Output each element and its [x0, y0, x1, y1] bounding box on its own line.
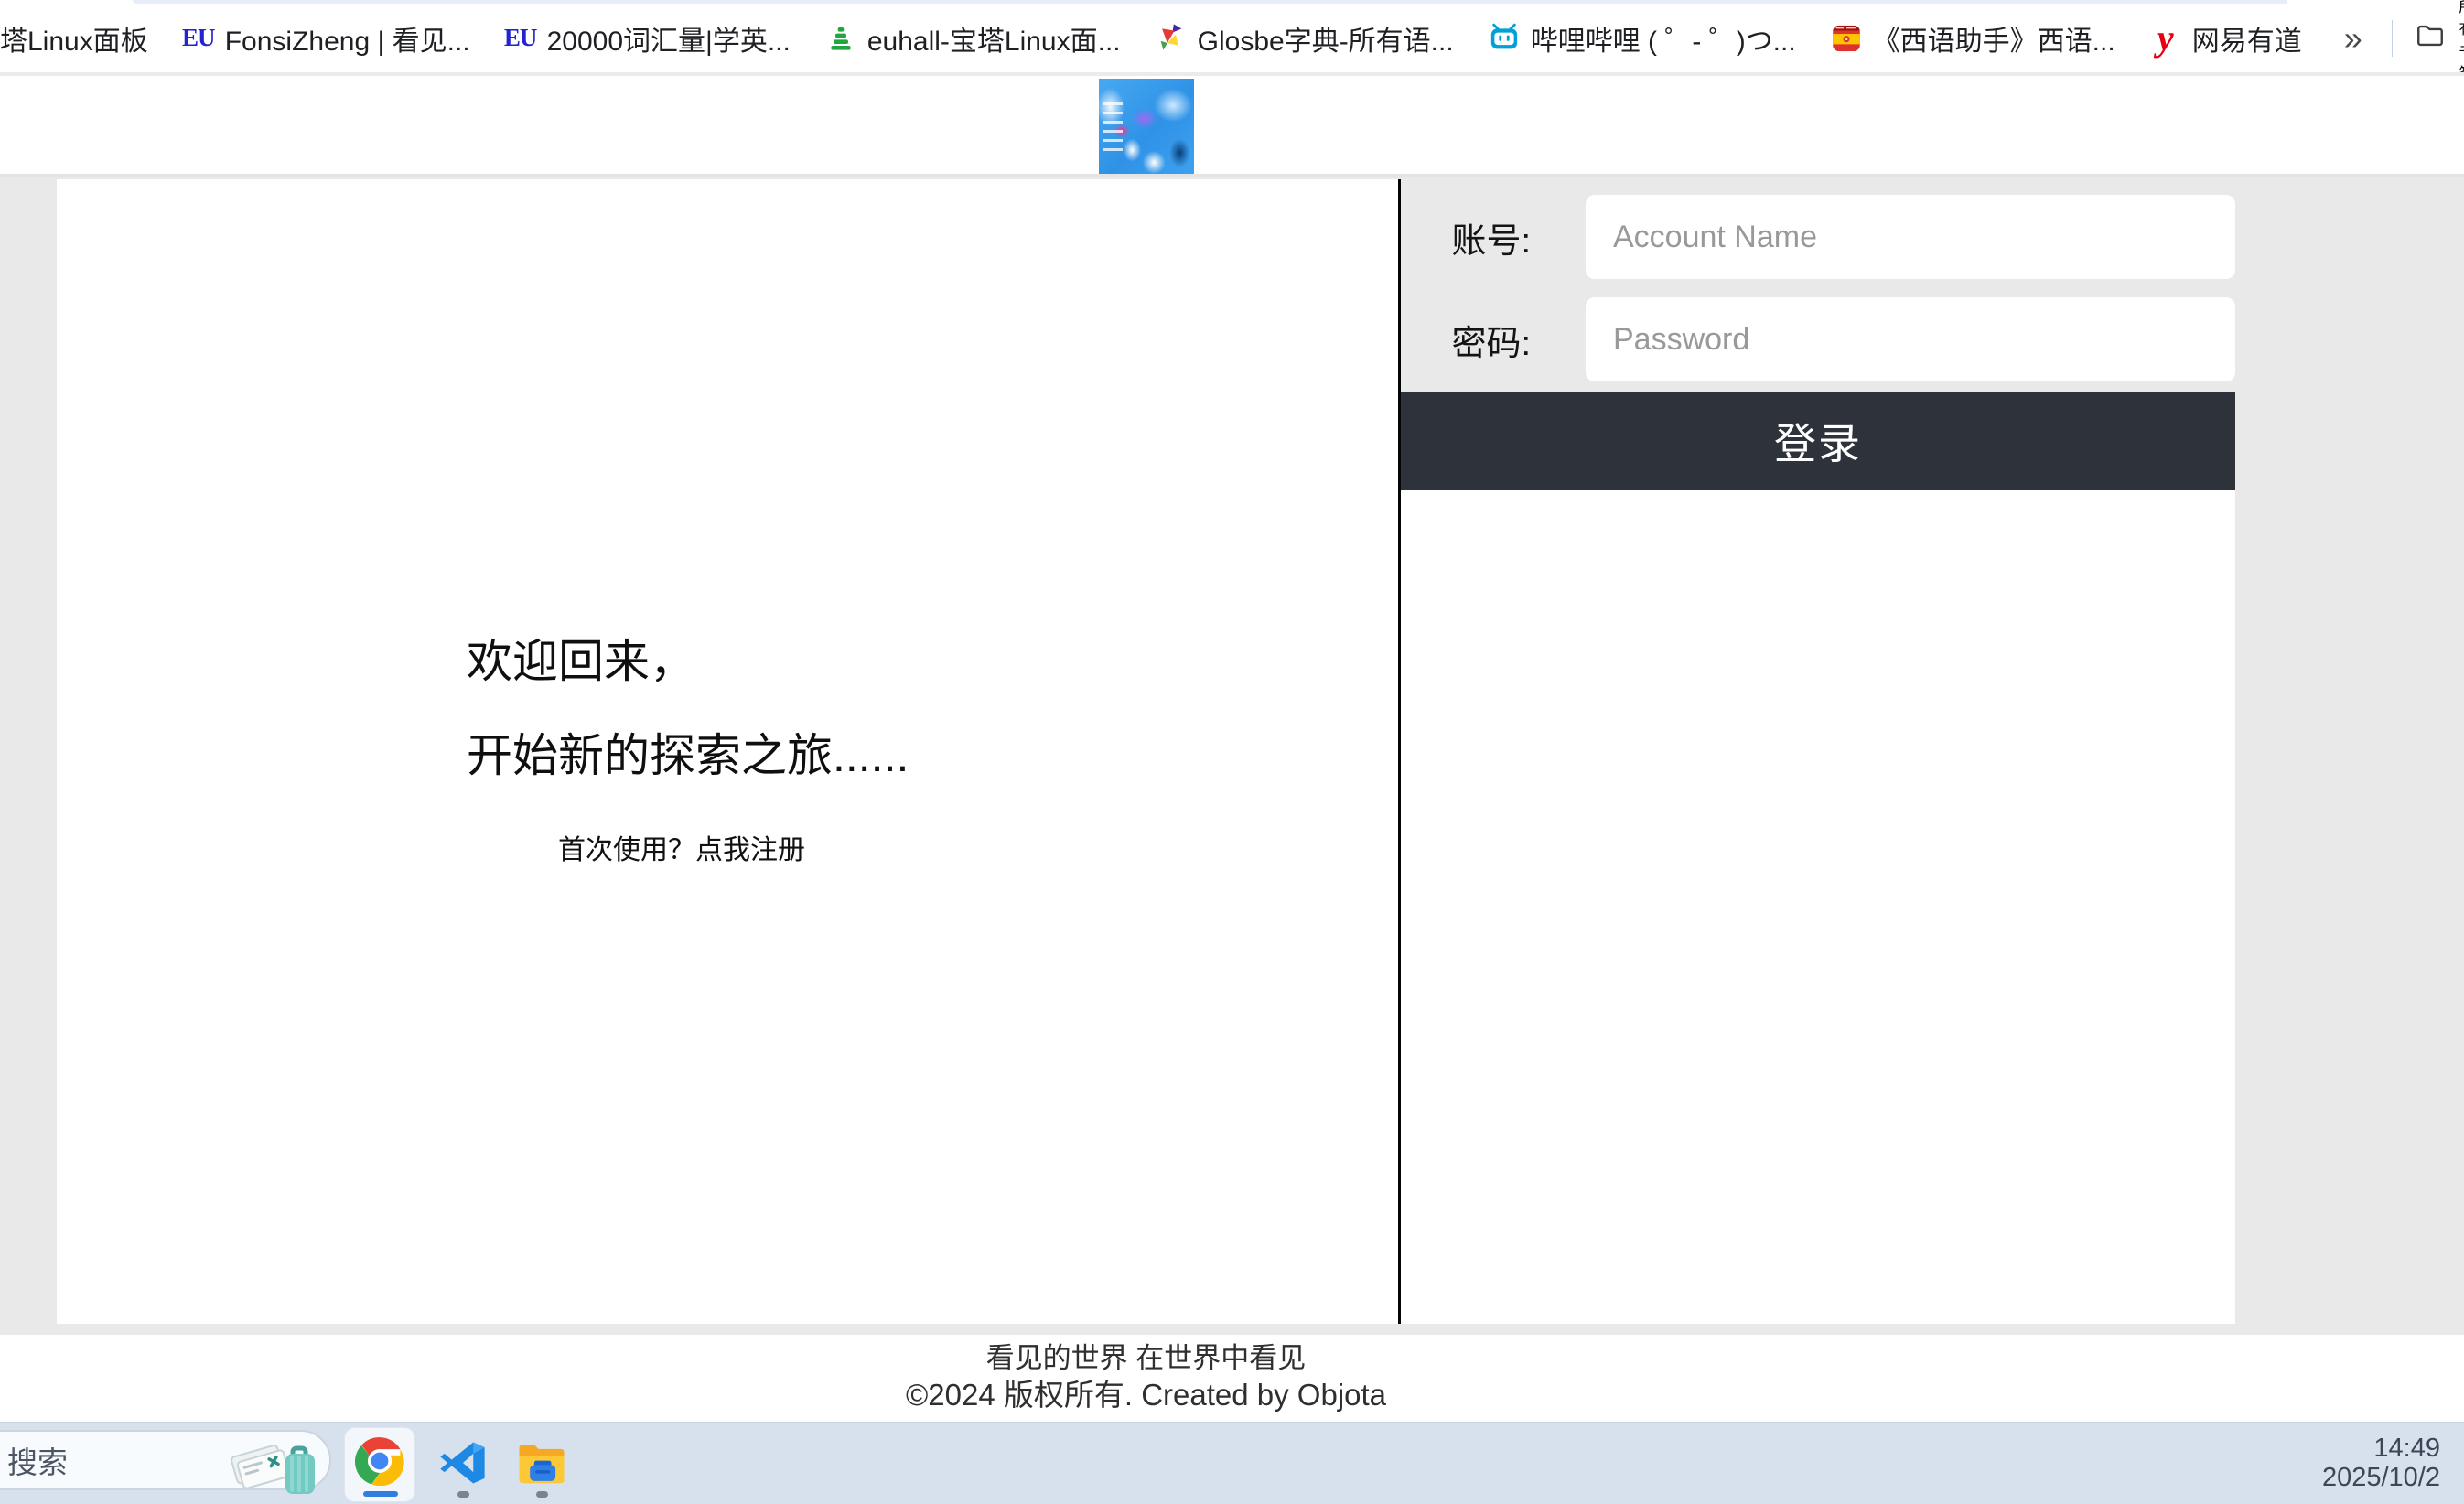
- explorer-running-indicator: [536, 1491, 548, 1498]
- eu-icon: EU: [505, 23, 536, 54]
- account-row: 账号:: [1401, 195, 2235, 279]
- chrome-active-indicator: [363, 1491, 398, 1497]
- bookmark-item-glosbe[interactable]: Glosbe字典-所有语...: [1156, 18, 1454, 59]
- bookmarks-bar-separator: [2392, 20, 2394, 57]
- page-background: 欢迎回来， 开始新的探索之旅...... 首次使用？点我注册 账号: 密码: 登…: [0, 177, 2464, 1335]
- footer-inner: 看见的世界 在世界中看见 ©2024 版权所有. Created by Objo…: [57, 1335, 2235, 1413]
- site-logo-image[interactable]: [1099, 79, 1194, 174]
- bookmark-label: 哔哩哔哩 ( ゜- ゜)つ...: [1531, 18, 1796, 59]
- password-input[interactable]: [1586, 297, 2235, 381]
- taskbar-chrome-button[interactable]: [344, 1427, 415, 1502]
- taskbar: 搜索: [0, 1422, 2464, 1504]
- spain-flag-icon: [1831, 23, 1862, 54]
- footer-slogan: 看见的世界 在世界中看见: [57, 1342, 2235, 1375]
- login-form: 账号: 密码:: [1401, 179, 2235, 392]
- password-row: 密码:: [1401, 297, 2235, 381]
- bookmark-item-euhall[interactable]: euhall-宝塔Linux面...: [825, 18, 1121, 59]
- folder-icon: [2415, 20, 2446, 56]
- bookmark-item-eshelper[interactable]: 《西语助手》西语...: [1831, 18, 2115, 59]
- bookmark-item-bt-panel[interactable]: 塔Linux面板: [0, 18, 148, 59]
- travel-ticket-suitcase-icon: [229, 1426, 324, 1502]
- main-card: 欢迎回来， 开始新的探索之旅...... 首次使用？点我注册 账号: 密码: 登…: [57, 179, 2235, 1324]
- search-label: 搜索: [7, 1438, 68, 1482]
- glosbe-bird-icon: [1156, 23, 1187, 54]
- bookmark-item-vocabulary[interactable]: EU 20000词汇量|学英...: [505, 18, 791, 59]
- youdao-y-icon: y: [2150, 23, 2181, 54]
- bookmark-label: 20000词汇量|学英...: [547, 18, 791, 59]
- bookmark-label: 网易有道: [2192, 18, 2302, 59]
- bookmark-item-youdao[interactable]: y 网易有道: [2150, 18, 2302, 59]
- bookmarks-bar-right: » 所有书签: [2337, 0, 2464, 82]
- eu-icon: EU: [183, 23, 214, 54]
- bookmark-label: FonsiZheng | 看见...: [225, 18, 470, 59]
- site-header: [0, 76, 2464, 174]
- file-explorer-icon: [515, 1437, 568, 1488]
- account-label: 账号:: [1401, 212, 1586, 263]
- all-bookmarks-button[interactable]: 所有书签: [2415, 0, 2464, 82]
- welcome-block: 欢迎回来， 开始新的探索之旅...... 首次使用？点我注册: [467, 633, 897, 867]
- bt-pagoda-icon: [825, 23, 856, 54]
- chrome-icon: [355, 1436, 404, 1486]
- welcome-line-1: 欢迎回来，: [467, 633, 897, 691]
- footer-copyright: ©2024 版权所有. Created by Objota: [57, 1377, 2235, 1413]
- login-button[interactable]: 登录: [1401, 392, 2235, 490]
- password-label: 密码:: [1401, 315, 1586, 365]
- bookmark-label: Glosbe字典-所有语...: [1198, 18, 1454, 59]
- bookmark-item-bilibili[interactable]: 哔哩哔哩 ( ゜- ゜)つ...: [1489, 18, 1796, 59]
- vscode-running-indicator: [457, 1491, 469, 1498]
- bookmark-item-fonsizheng[interactable]: EU FonsiZheng | 看见...: [183, 18, 470, 59]
- clock-date: 2025/10/2: [2322, 1463, 2440, 1492]
- vscode-icon: [438, 1438, 488, 1488]
- clock-time: 14:49: [2322, 1434, 2440, 1463]
- bookmarks-overflow-chevron[interactable]: »: [2337, 19, 2370, 58]
- taskbar-explorer-button[interactable]: [515, 1437, 568, 1488]
- page-footer: 看见的世界 在世界中看见 ©2024 版权所有. Created by Objo…: [0, 1335, 2464, 1422]
- taskbar-search-box[interactable]: 搜索: [0, 1430, 331, 1490]
- register-link[interactable]: 首次使用？点我注册: [467, 827, 897, 867]
- bookmark-label: euhall-宝塔Linux面...: [867, 18, 1121, 59]
- bookmark-label: 塔Linux面板: [0, 18, 148, 59]
- screen: 塔Linux面板 EU FonsiZheng | 看见... EU 20000词…: [0, 0, 2464, 1504]
- account-input[interactable]: [1586, 195, 2235, 279]
- bilibili-tv-icon: [1489, 23, 1520, 54]
- taskbar-clock[interactable]: 14:49 2025/10/2: [2322, 1434, 2440, 1492]
- bookmark-label: 《西语助手》西语...: [1873, 18, 2115, 59]
- all-bookmarks-label: 所有书签: [2459, 0, 2464, 82]
- bookmarks-bar: 塔Linux面板 EU FonsiZheng | 看见... EU 20000词…: [0, 4, 2464, 72]
- welcome-line-2: 开始新的探索之旅......: [467, 727, 897, 785]
- taskbar-vscode-button[interactable]: [438, 1438, 488, 1488]
